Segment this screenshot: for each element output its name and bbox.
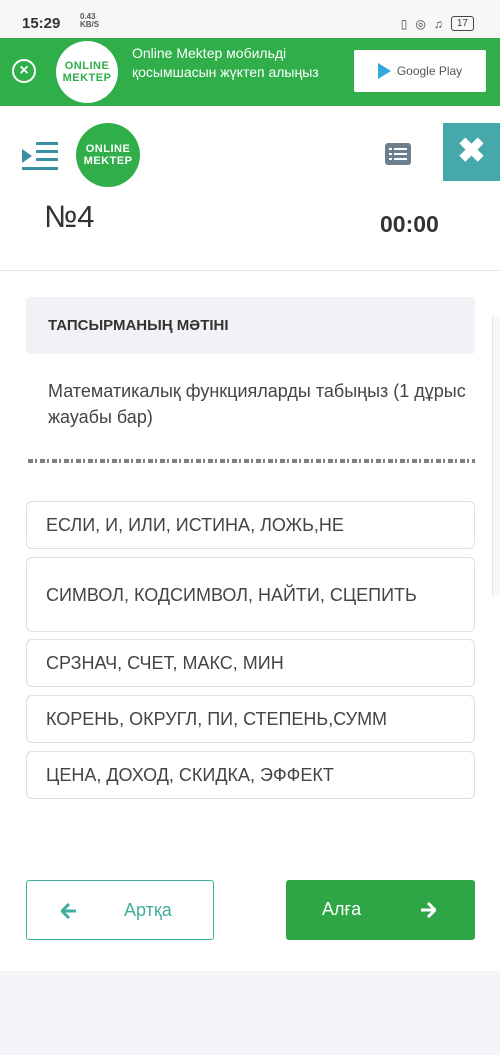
network-speed: 0.43 KB/S [80,12,100,29]
dashed-separator [28,459,475,463]
vibrate-icon: ▯ [400,16,408,31]
app-download-banner: × ONLINE MEKTEP Online Mektep мобильді қ… [0,38,500,106]
answer-option[interactable]: ЦЕНА, ДОХОД, СКИДКА, ЭФФЕКТ [26,751,475,799]
task-title: ТАПСЫРМАНЫҢ МӘТІНІ [48,317,229,334]
task-header: ТАПСЫРМАНЫҢ МӘТІНІ [26,297,475,354]
question-list-icon[interactable] [385,143,411,165]
status-time: 15:29 [22,15,61,32]
answer-option[interactable]: ЕСЛИ, И, ИЛИ, ИСТИНА, ЛОЖЬ,НЕ [26,501,475,549]
arrow-right-icon [421,902,436,918]
menu-icon[interactable] [22,142,58,170]
google-play-button[interactable]: Google Play [354,50,486,92]
timer: 00:00 [380,211,439,237]
back-label: Артқа [124,900,172,920]
question-text: Математикалық функцияларды табыңыз (1 дұ… [48,381,466,427]
battery-icon: 17 [450,16,474,31]
google-play-icon [377,63,391,79]
answer-option[interactable]: КОРЕНЬ, ОКРУГЛ, ПИ, СТЕПЕНЬ,СУММ [26,695,475,743]
banner-message: Online Mektep мобильді қосымшасын жүктеп… [132,45,319,80]
next-button[interactable]: Алға [286,880,475,940]
banner-close-icon[interactable]: × [12,59,36,83]
back-button[interactable]: Артқа [26,880,214,940]
answer-option[interactable]: СИМВОЛ, КОДСИМВОЛ, НАЙТИ, СЦЕПИТЬ [26,557,475,632]
site-logo[interactable]: ONLINE MEKTEP [76,123,140,187]
headset-icon: ♫ [433,16,443,31]
answer-option[interactable]: СРЗНАЧ, СЧЕТ, МАКС, МИН [26,639,475,687]
alarm-icon: ◎ [415,16,426,31]
scroll-edge [492,316,500,596]
google-play-label: Google Play [396,64,463,78]
next-label: Алға [322,899,362,919]
test-panel: ONLINE MEKTEP ✖ №4 00:00 ТАПСЫРМАНЫҢ МӘТ… [0,106,500,971]
status-icons: ▯ ◎ ♫ 17 [401,16,474,31]
close-test-button[interactable]: ✖ [443,123,500,181]
arrow-left-icon [61,903,76,919]
status-bar: 15:29 0.43 KB/S ▯ ◎ ♫ 17 [0,0,500,38]
divider [0,270,500,271]
page-footer [0,971,500,1055]
banner-logo: ONLINE MEKTEP [56,41,118,103]
question-number: №4 [44,199,95,234]
